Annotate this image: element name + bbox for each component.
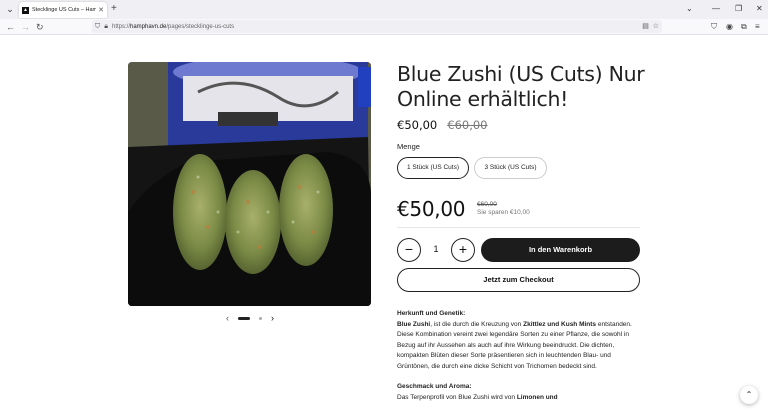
taste-text-1: Das Terpenprofil von Blue Zushi wird von: [397, 393, 517, 401]
gallery-dot-active[interactable]: [238, 316, 250, 320]
extensions-icon[interactable]: ⧉: [741, 22, 747, 32]
product-description: Herkunft und Genetik: Blue Zushi, ist di…: [397, 309, 642, 413]
scroll-to-top-button[interactable]: ⌃: [740, 386, 758, 404]
url-host: hamphavn.de: [130, 23, 167, 30]
qty-plus-button[interactable]: +: [451, 238, 475, 262]
qty-input[interactable]: 1: [426, 244, 446, 254]
taste-heading: Geschmack und Aroma:: [397, 383, 472, 390]
gallery-pager: ‹ ›: [226, 313, 274, 323]
shield-icon[interactable]: ⛉: [95, 23, 100, 31]
origin-strong-2: Zkittlez und Kush Mints: [523, 320, 597, 328]
pocket-icon[interactable]: ⛉: [711, 22, 717, 32]
compare-price: €60,00: [447, 118, 488, 132]
bookmark-star-icon[interactable]: ☆: [653, 23, 659, 30]
divider: [397, 227, 640, 228]
close-window-icon[interactable]: ✕: [756, 3, 763, 15]
product-title: Blue Zushi (US Cuts) Nur Online erhältli…: [397, 62, 645, 111]
gallery-next-icon[interactable]: ›: [271, 313, 274, 323]
forward-icon[interactable]: →: [21, 21, 30, 33]
url-prefix: https://: [111, 23, 130, 30]
variant-option-1[interactable]: 1 Stück (US Cuts): [397, 157, 469, 179]
back-icon[interactable]: ←: [6, 21, 15, 33]
gallery-dot[interactable]: [259, 316, 262, 320]
taste-paragraph: Geschmack und Aroma: Das Terpenprofil vo…: [397, 382, 642, 403]
product-photo-image: [128, 62, 371, 306]
gallery-prev-icon[interactable]: ‹: [226, 313, 229, 323]
url-text[interactable]: https://hamphavn.de/pages/stecklinge-us-…: [112, 24, 234, 30]
origin-strong-1: Blue Zushi: [397, 320, 431, 328]
account-icon[interactable]: ◉: [726, 22, 733, 32]
tab-list-icon[interactable]: ⌄: [4, 3, 16, 15]
qty-minus-button[interactable]: −: [397, 238, 421, 262]
new-tab-button[interactable]: +: [111, 3, 117, 15]
url-path: /pages/stecklinge-us-cuts: [166, 23, 235, 30]
browser-navbar: ← → ↻ ⛉ 🔒︎ https://hamphavn.de/pages/ste…: [0, 19, 768, 35]
menu-icon[interactable]: ≡: [755, 22, 760, 32]
big-sale-price: €50,00: [397, 197, 466, 221]
tab-close-icon[interactable]: ✕: [98, 6, 104, 14]
sale-price: €50,00: [397, 118, 438, 132]
price-row: €50,00 €60,00: [397, 118, 488, 132]
restore-icon[interactable]: ❐: [735, 3, 742, 15]
origin-paragraph: Herkunft und Genetik: Blue Zushi, ist di…: [397, 309, 642, 372]
tab-overflow-icon[interactable]: ⌄: [686, 3, 693, 15]
url-bar[interactable]: ⛉ 🔒︎ https://hamphavn.de/pages/steckling…: [92, 20, 662, 33]
browser-tabbar: ⌄ ▲ Stecklinge US Cuts – Hamphavn ✕ + ⌄ …: [0, 0, 768, 19]
origin-heading: Herkunft und Genetik:: [397, 310, 466, 317]
quantity-variant-label: Menge: [397, 142, 420, 151]
minimize-icon[interactable]: —: [712, 3, 720, 15]
reload-icon[interactable]: ↻: [36, 21, 44, 33]
product-image[interactable]: [128, 62, 371, 306]
big-compare-price: €60,00: [477, 201, 497, 208]
origin-text-1: , ist die durch die Kreuzung von: [430, 320, 524, 328]
checkout-button[interactable]: Jetzt zum Checkout: [397, 268, 640, 292]
taste-strong-1: Limonen und: [516, 393, 558, 401]
variant-option-3[interactable]: 3 Stück (US Cuts): [474, 157, 547, 179]
reader-view-icon[interactable]: ▤: [642, 23, 649, 30]
add-to-cart-button[interactable]: In den Warenkorb: [481, 238, 640, 262]
url-actions: ▤ ☆: [642, 20, 659, 33]
tab-favicon-icon: ▲: [22, 6, 29, 14]
saving-text: Sie sparen €10,00: [477, 209, 530, 216]
active-tab[interactable]: ▲ Stecklinge US Cuts – Hamphavn ✕: [19, 2, 107, 18]
lock-icon[interactable]: 🔒︎: [104, 23, 108, 31]
tab-title: Stecklinge US Cuts – Hamphavn: [32, 7, 97, 13]
